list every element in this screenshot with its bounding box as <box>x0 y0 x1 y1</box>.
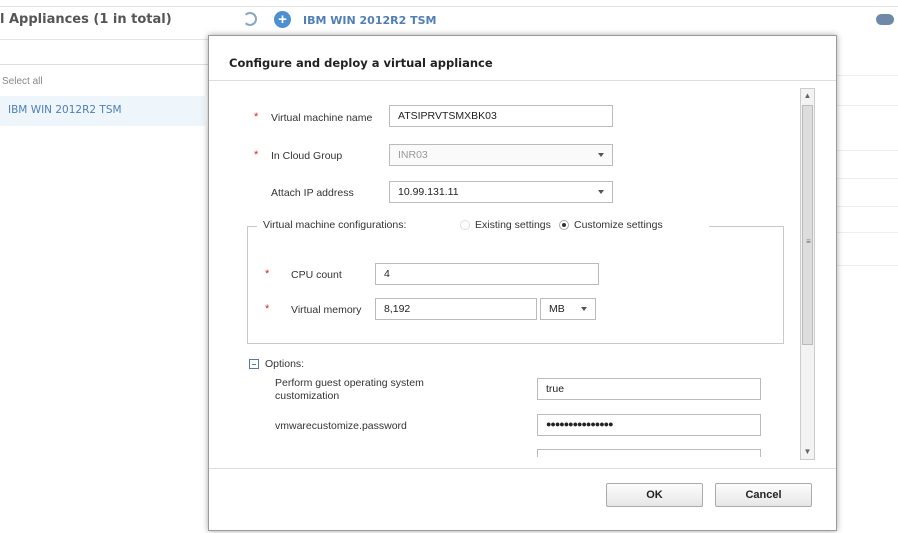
options-label: Options: <box>265 358 305 370</box>
existing-settings-radio[interactable] <box>460 220 470 230</box>
top-divider <box>0 6 898 7</box>
refresh-icon[interactable] <box>243 12 257 26</box>
cpu-count-label: CPU count <box>291 269 342 281</box>
virtual-memory-input[interactable]: 8,192 <box>375 298 537 320</box>
dialog-footer-divider <box>209 468 836 469</box>
customize-settings-radio[interactable] <box>559 220 569 230</box>
cloud-group-label: In Cloud Group <box>271 150 343 162</box>
memory-unit-value: MB <box>549 303 565 315</box>
breadcrumb: IBM WIN 2012R2 TSM <box>303 14 437 27</box>
deploy-dialog: Configure and deploy a virtual appliance… <box>208 35 837 531</box>
vm-config-fieldset <box>247 226 784 344</box>
required-marker: * <box>254 149 259 161</box>
required-marker: * <box>265 268 270 280</box>
dialog-scrollbar[interactable]: ▲ ≡ ▼ <box>800 88 815 460</box>
guest-customization-label: Perform guest operating system customiza… <box>275 377 424 402</box>
scroll-up-icon[interactable]: ▲ <box>802 90 813 102</box>
list-header-divider <box>0 39 208 40</box>
list-item-label: IBM WIN 2012R2 TSM <box>8 104 122 116</box>
chevron-down-icon <box>598 190 604 194</box>
memory-unit-select[interactable]: MB <box>540 298 596 320</box>
cancel-button[interactable]: Cancel <box>715 483 812 507</box>
next-option-input[interactable] <box>537 449 761 457</box>
list-toolbar-divider <box>0 64 208 65</box>
dialog-title-divider <box>209 80 836 81</box>
dialog-title: Configure and deploy a virtual appliance <box>229 56 493 70</box>
ip-address-select[interactable]: 10.99.131.11 <box>389 181 613 203</box>
ok-button[interactable]: OK <box>606 483 703 507</box>
scrollbar-thumb[interactable]: ≡ <box>802 105 813 345</box>
vm-name-label: Virtual machine name <box>271 112 373 124</box>
ip-address-label: Attach IP address <box>271 187 354 199</box>
required-marker: * <box>265 303 270 315</box>
select-all-label[interactable]: Select all <box>2 76 43 87</box>
vm-config-label: Virtual machine configurations: <box>263 219 407 231</box>
vm-name-input[interactable]: ATSIPRVTSMXBK03 <box>389 105 613 127</box>
chevron-down-icon <box>581 307 587 311</box>
password-input[interactable]: ●●●●●●●●●●●●●●● <box>537 414 761 436</box>
guest-customization-input[interactable]: true <box>537 378 761 400</box>
ip-address-value: 10.99.131.11 <box>398 186 459 198</box>
customize-settings-label[interactable]: Customize settings <box>574 219 663 231</box>
collapse-options-icon[interactable] <box>249 359 259 369</box>
appliances-list-title: l Appliances (1 in total) <box>0 12 172 27</box>
cloud-group-select: INR03 <box>389 144 613 166</box>
add-icon[interactable]: + <box>274 11 291 28</box>
required-marker: * <box>254 111 259 123</box>
virtual-memory-label: Virtual memory <box>291 304 362 316</box>
chevron-down-icon <box>598 153 604 157</box>
scroll-down-icon[interactable]: ▼ <box>802 446 813 458</box>
existing-settings-label[interactable]: Existing settings <box>475 219 551 231</box>
cloud-group-value: INR03 <box>398 149 428 161</box>
list-item[interactable]: IBM WIN 2012R2 TSM <box>0 96 205 126</box>
password-label: vmwarecustomize.password <box>275 420 407 432</box>
grip-icon: ≡ <box>806 237 811 246</box>
cloud-icon[interactable] <box>876 14 894 25</box>
cpu-count-input[interactable]: 4 <box>375 263 599 285</box>
